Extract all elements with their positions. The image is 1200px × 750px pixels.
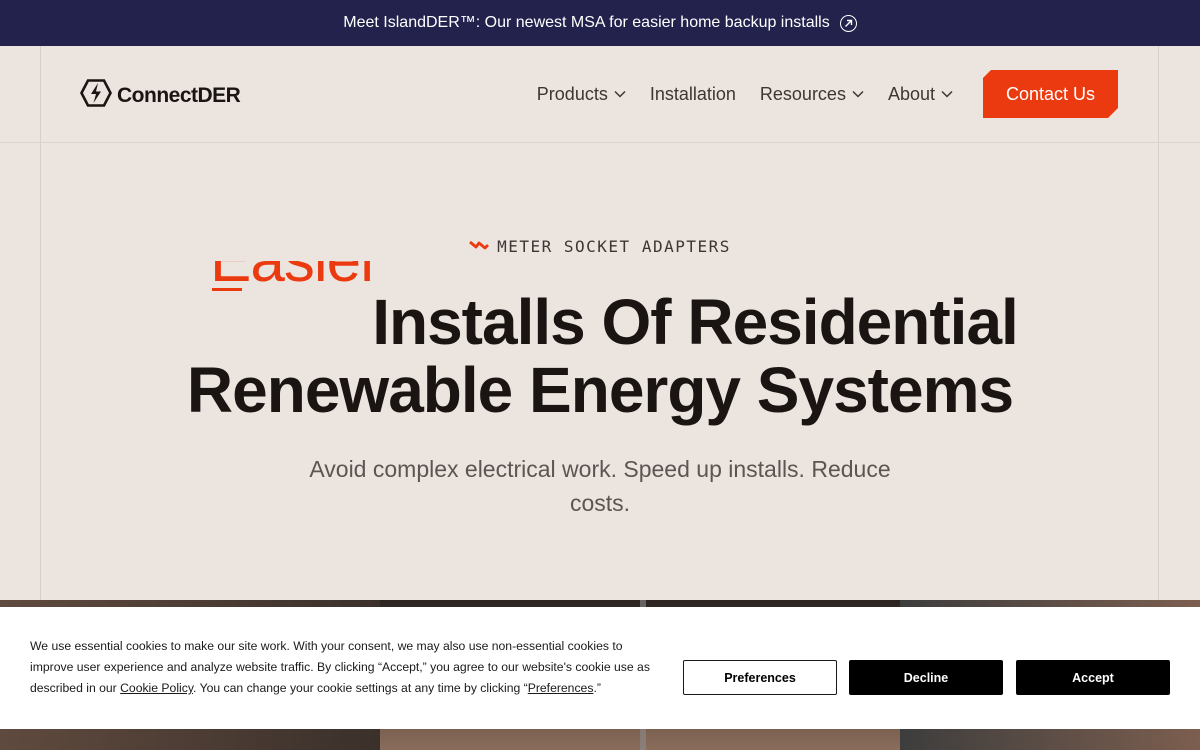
nav-item-label: Resources [759,83,846,104]
chevron-down-icon [614,90,626,98]
cookie-text-part: .” [593,681,601,695]
contact-us-button[interactable]: Contact Us [983,70,1118,118]
announcement-bar[interactable]: Meet IslandDER™: Our newest MSA for easi… [0,0,1200,46]
nav-item-about[interactable]: About [888,84,953,105]
nav-item-installation[interactable]: Installation [650,84,736,105]
nav-item-resources[interactable]: Resources [760,84,864,105]
nav-item-label: Products [536,83,608,104]
headline-line-2: Renewable Energy Systems [186,354,1014,426]
cookie-text: We use essential cookies to make our sit… [30,636,655,699]
main-nav: Products Installation Resources About Co… [537,70,1118,118]
preferences-link[interactable]: Preferences [528,681,594,695]
arrow-up-right-circle-icon [839,14,857,32]
zigzag-bolt-icon [469,238,490,256]
announcement-text[interactable]: Meet IslandDER™: Our newest MSA for easi… [343,14,829,32]
decline-button[interactable]: Decline [849,660,1003,695]
chevron-down-icon [941,90,953,98]
site-header: ConnectDER Products Installation Resourc… [0,46,1200,143]
chevron-down-icon [852,90,864,98]
nav-item-label: Installation [649,83,736,104]
logo[interactable]: ConnectDER [80,79,241,112]
cookie-text-part: . You can change your cookie settings at… [193,681,528,695]
nav-item-products[interactable]: Products [537,84,626,105]
preferences-button[interactable]: Preferences [683,660,837,695]
nav-item-label: About [887,83,935,104]
hero-subtext: Avoid complex electrical work. Speed up … [309,456,891,516]
cookie-banner: We use essential cookies to make our sit… [0,607,1200,729]
headline-line-1: Installs Of Residential [372,286,1019,358]
hero-headline: Installs Of Residential Renewable Energy… [0,288,1200,424]
bolt-hexagon-icon [80,79,112,112]
eyebrow: METER SOCKET ADAPTERS [0,237,1200,256]
logo-text: ConnectDER [117,83,241,107]
eyebrow-text: METER SOCKET ADAPTERS [497,237,731,256]
cookie-policy-link[interactable]: Cookie Policy [120,681,193,695]
accept-button[interactable]: Accept [1016,660,1170,695]
